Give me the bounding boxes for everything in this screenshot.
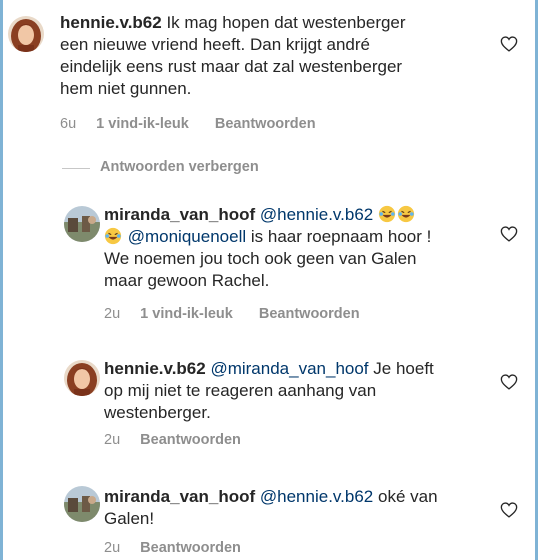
timestamp[interactable]: 2u — [104, 306, 120, 322]
reply-button[interactable]: Beantwoorden — [259, 306, 360, 322]
laughing-tears-emoji — [378, 205, 416, 224]
username-link[interactable]: miranda_van_hoof — [104, 205, 255, 224]
comment-text: hem niet gunnen. — [60, 79, 192, 98]
profile-avatar-icon — [64, 486, 100, 522]
profile-avatar-icon — [64, 206, 100, 242]
mention-link[interactable]: @miranda_van_hoof — [210, 359, 368, 378]
comment-meta: 2u 1 vind-ik-leuk Beantwoorden — [104, 306, 360, 322]
comment-meta: 2u Beantwoorden — [104, 540, 241, 556]
heart-icon[interactable] — [500, 374, 518, 390]
profile-avatar-icon — [8, 16, 44, 52]
comment-text: Ik mag hopen dat westenberger — [166, 13, 406, 32]
divider — [62, 168, 90, 169]
avatar[interactable] — [64, 206, 100, 242]
username-link[interactable]: hennie.v.b62 — [104, 359, 206, 378]
reply-button[interactable]: Beantwoorden — [215, 116, 316, 132]
comment-text: een nieuwe vriend heeft. Dan krijgt andr… — [60, 35, 370, 54]
comment-body: hennie.v.b62 @miranda_van_hoof Je hoeft … — [104, 358, 504, 424]
comment-text: op mij niet te reageren aanhang van — [104, 381, 377, 400]
likes-count[interactable]: 1 vind-ik-leuk — [140, 306, 233, 322]
comment-text: eindelijk eens rust maar dat zal westenb… — [60, 57, 403, 76]
mention-link[interactable]: @moniquenoell — [128, 227, 246, 246]
comment-meta: 6u 1 vind-ik-leuk Beantwoorden — [60, 116, 316, 132]
comment-body: hennie.v.b62 Ik mag hopen dat westenberg… — [60, 12, 490, 100]
avatar[interactable] — [8, 16, 44, 52]
heart-icon[interactable] — [500, 36, 518, 52]
laughing-tears-emoji — [104, 227, 123, 246]
comment-text: oké van — [377, 487, 438, 506]
comment-body: miranda_van_hoof @hennie.v.b62 oké van G… — [104, 486, 504, 530]
likes-count[interactable]: 1 vind-ik-leuk — [96, 116, 189, 132]
timestamp[interactable]: 6u — [60, 116, 76, 132]
comment-meta: 2u Beantwoorden — [104, 432, 241, 448]
mention-link[interactable]: @hennie.v.b62 — [260, 205, 373, 224]
username-link[interactable]: hennie.v.b62 — [60, 13, 162, 32]
comment-text: We noemen jou toch ook geen van Galen — [104, 249, 417, 268]
comment-body: miranda_van_hoof @hennie.v.b62 @moniquen… — [104, 204, 504, 292]
avatar[interactable] — [64, 486, 100, 522]
comment-text: Galen! — [104, 509, 155, 528]
reply-button[interactable]: Beantwoorden — [140, 432, 241, 448]
heart-icon[interactable] — [500, 226, 518, 242]
hide-replies-label: Antwoorden verbergen — [100, 159, 259, 175]
profile-avatar-icon — [64, 360, 100, 396]
heart-icon[interactable] — [500, 502, 518, 518]
comment-text: Je hoeft — [373, 359, 434, 378]
timestamp[interactable]: 2u — [104, 432, 120, 448]
left-border — [0, 0, 3, 560]
timestamp[interactable]: 2u — [104, 540, 120, 556]
comment-text: maar gewoon Rachel. — [104, 271, 270, 290]
reply-button[interactable]: Beantwoorden — [140, 540, 241, 556]
comment-text: westenberger. — [104, 403, 211, 422]
comment-text: is haar roepnaam hoor ! — [250, 227, 432, 246]
username-link[interactable]: miranda_van_hoof — [104, 487, 255, 506]
avatar[interactable] — [64, 360, 100, 396]
mention-link[interactable]: @hennie.v.b62 — [260, 487, 373, 506]
